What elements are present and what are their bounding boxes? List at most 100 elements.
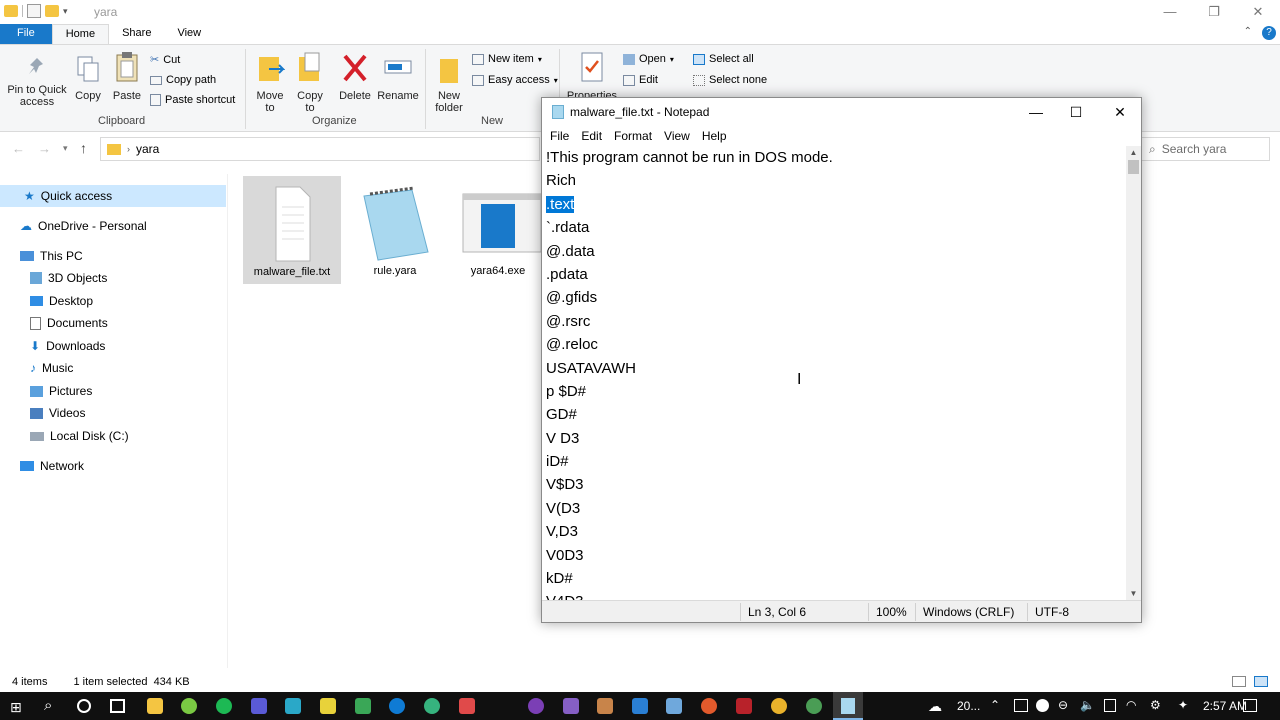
nav-3d-objects[interactable]: 3D Objects [30, 267, 107, 289]
menu-help[interactable]: Help [696, 126, 733, 146]
nav-pictures[interactable]: Pictures [30, 380, 92, 402]
nav-documents[interactable]: Documents [30, 312, 108, 334]
file-yara64-exe[interactable]: yara64.exe [449, 176, 547, 284]
file-explorer-taskbar-icon[interactable] [147, 698, 163, 714]
cortana-icon[interactable] [77, 699, 91, 713]
search-icon[interactable]: ⌕ [44, 697, 52, 714]
tab-view[interactable]: View [164, 24, 214, 44]
select-all-button[interactable]: Select all [693, 53, 754, 65]
weather-icon[interactable]: ☁ [928, 698, 942, 715]
nav-videos[interactable]: Videos [30, 402, 85, 424]
maximize-icon[interactable]: ☐ [1054, 98, 1098, 126]
paste-shortcut-button[interactable]: Paste shortcut [150, 94, 235, 106]
tray-app-icon[interactable] [1014, 699, 1028, 712]
edit-button[interactable]: Edit [623, 74, 658, 86]
scroll-down-icon[interactable]: ▼ [1126, 589, 1141, 598]
easy-access-button[interactable]: Easy access ▾ [472, 74, 558, 86]
move-to-button[interactable]: Move to [252, 51, 288, 114]
rename-button[interactable]: Rename [376, 51, 420, 102]
chrome-taskbar-icon[interactable] [806, 698, 822, 714]
vscode-taskbar-icon[interactable] [632, 698, 648, 714]
edge-taskbar-icon[interactable] [389, 698, 405, 714]
app-taskbar-icon[interactable] [355, 698, 371, 714]
notifications-icon[interactable] [1243, 699, 1257, 712]
nav-local-disk[interactable]: Local Disk (C:) [30, 425, 129, 447]
minimize-icon[interactable]: — [1148, 2, 1192, 22]
tray-app-icon[interactable]: ✦ [1178, 698, 1188, 712]
app-taskbar-icon[interactable] [597, 698, 613, 714]
nav-this-pc[interactable]: This PC [20, 245, 83, 267]
tray-app-icon[interactable] [1104, 699, 1116, 712]
network-wifi-icon[interactable]: ◠ [1126, 698, 1136, 712]
task-view-icon[interactable] [110, 699, 125, 713]
tab-file[interactable]: File [0, 24, 52, 44]
nav-downloads[interactable]: ⬇ Downloads [30, 335, 105, 357]
menu-view[interactable]: View [658, 126, 696, 146]
copy-path-button[interactable]: Copy path [150, 74, 216, 86]
large-icons-view-icon[interactable] [1254, 676, 1268, 687]
tray-app-icon[interactable] [1036, 699, 1049, 712]
tray-app-icon[interactable]: ⊖ [1058, 698, 1068, 712]
windows-start-icon[interactable]: ⊞ [10, 699, 22, 716]
app-taskbar-icon[interactable] [285, 698, 301, 714]
notepad-taskbar-button[interactable] [833, 692, 863, 720]
scrollbar-thumb[interactable] [1128, 160, 1139, 174]
nav-desktop[interactable]: Desktop [30, 290, 93, 312]
nav-quick-access[interactable]: ★ Quick access [0, 185, 226, 207]
address-bar[interactable]: › yara [100, 137, 540, 161]
app-taskbar-icon[interactable] [701, 698, 717, 714]
close-icon[interactable]: ✕ [1236, 2, 1280, 22]
tray-app-icon[interactable]: ⚙ [1150, 698, 1161, 712]
weather-text[interactable]: 20... [957, 699, 980, 713]
app-taskbar-icon[interactable] [320, 698, 336, 714]
paste-button[interactable]: Paste [110, 51, 144, 102]
recent-locations-icon[interactable]: ▾ [63, 143, 68, 154]
notepad-text-area[interactable]: !This program cannot be run in DOS mode.… [545, 146, 1127, 600]
show-hidden-icons-icon[interactable]: ⌃ [990, 698, 1000, 712]
tab-share[interactable]: Share [109, 24, 164, 44]
new-folder-qat-icon[interactable] [45, 5, 59, 17]
nav-network[interactable]: Network [20, 455, 84, 477]
close-icon[interactable]: ✕ [1098, 98, 1142, 126]
pin-quick-access-button[interactable]: Pin to Quick access [4, 55, 70, 108]
up-arrow-icon[interactable]: ↑ [80, 140, 87, 156]
help-icon[interactable]: ? [1262, 26, 1276, 40]
back-arrow-icon[interactable]: ← [12, 141, 25, 156]
select-none-button[interactable]: Select none [693, 74, 767, 86]
details-view-icon[interactable] [1232, 676, 1246, 687]
menu-format[interactable]: Format [608, 126, 658, 146]
scroll-up-icon[interactable]: ▲ [1126, 148, 1141, 157]
open-button[interactable]: Open ▾ [623, 53, 674, 65]
app-taskbar-icon[interactable] [251, 698, 267, 714]
app-taskbar-icon[interactable] [528, 698, 544, 714]
forward-arrow-icon[interactable]: → [38, 141, 51, 156]
collapse-ribbon-icon[interactable]: ⌃ [1244, 26, 1252, 37]
app-taskbar-icon[interactable] [666, 698, 682, 714]
search-box[interactable]: ⌕ Search yara [1140, 137, 1270, 161]
vertical-scrollbar[interactable]: ▲ ▼ [1126, 146, 1141, 600]
visual-studio-taskbar-icon[interactable] [563, 698, 579, 714]
app-taskbar-icon[interactable] [216, 698, 232, 714]
chrome-taskbar-icon[interactable] [771, 698, 787, 714]
properties-qat-icon[interactable] [27, 4, 41, 18]
new-item-button[interactable]: New item ▾ [472, 53, 542, 65]
restore-icon[interactable]: ❐ [1192, 2, 1236, 22]
copy-button[interactable]: Copy [72, 55, 104, 102]
menu-edit[interactable]: Edit [575, 126, 608, 146]
clock[interactable]: 2:57 AM [1203, 699, 1247, 713]
delete-button[interactable]: Delete [336, 51, 374, 102]
volume-icon[interactable]: 🔈 [1080, 698, 1095, 712]
properties-button[interactable]: Properties [566, 51, 618, 102]
nav-music[interactable]: ♪ Music [30, 357, 73, 379]
file-rule-yara[interactable]: rule.yara [346, 176, 444, 284]
tab-home[interactable]: Home [51, 24, 110, 44]
copy-to-button[interactable]: Copy to [292, 51, 328, 114]
new-folder-button[interactable]: New folder [430, 51, 468, 114]
app-taskbar-icon[interactable] [424, 698, 440, 714]
app-taskbar-icon[interactable] [181, 698, 197, 714]
nav-onedrive[interactable]: ☁ OneDrive - Personal [20, 215, 147, 237]
app-taskbar-icon[interactable] [459, 698, 475, 714]
customize-qat-icon[interactable]: ▾ [63, 6, 68, 17]
file-malware-txt[interactable]: malware_file.txt [243, 176, 341, 284]
cut-button[interactable]: ✂ Cut [150, 53, 180, 67]
